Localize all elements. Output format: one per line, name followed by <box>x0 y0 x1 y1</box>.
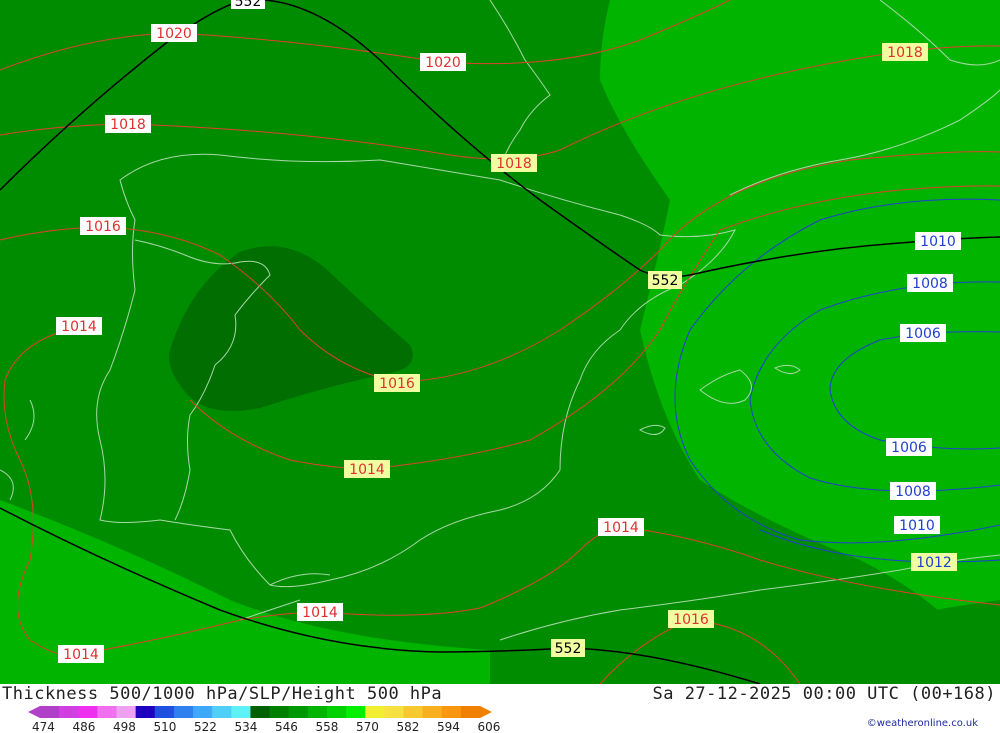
legend-swatch <box>307 706 328 718</box>
legend-tick-label: 594 <box>437 720 460 733</box>
legend-swatch <box>212 706 232 718</box>
svg-text:552: 552 <box>555 641 582 657</box>
label-1010-b: 1010 <box>894 516 940 534</box>
svg-text:552: 552 <box>652 273 679 289</box>
svg-text:1018: 1018 <box>496 156 532 172</box>
label-1010-a: 1010 <box>915 232 961 250</box>
svg-text:1008: 1008 <box>895 484 931 500</box>
legend-swatch <box>231 706 251 718</box>
svg-text:1006: 1006 <box>905 326 941 342</box>
legend-swatch <box>173 706 194 718</box>
legend-tick-label: 486 <box>73 720 96 733</box>
label-552-bottom: 552 <box>551 639 585 657</box>
legend-tick-label: 522 <box>194 720 217 733</box>
color-legend: 474 486 498 510 522 534 546 558 570 582 594 606 <box>28 706 500 733</box>
legend-swatch <box>269 706 290 718</box>
legend-swatch <box>441 706 462 718</box>
svg-text:1010: 1010 <box>920 234 956 250</box>
legend-swatch <box>135 706 156 718</box>
svg-text:1016: 1016 <box>379 376 415 392</box>
map-footer: Thickness 500/1000 hPa/SLP/Height 500 hP… <box>0 684 1000 733</box>
svg-text:1018: 1018 <box>887 45 923 61</box>
label-552-mid: 552 <box>648 271 682 289</box>
legend-swatch <box>460 706 481 718</box>
legend-swatch <box>116 706 137 718</box>
svg-text:1014: 1014 <box>61 319 97 335</box>
legend-swatch <box>365 706 385 718</box>
legend-swatch <box>193 706 213 718</box>
svg-text:1018: 1018 <box>110 117 146 133</box>
legend-arrow-right <box>480 706 492 718</box>
svg-text:1014: 1014 <box>603 520 639 536</box>
label-1014-c: 1014 <box>598 518 644 536</box>
legend-tick-label: 498 <box>113 720 136 733</box>
legend-swatch <box>422 706 443 718</box>
label-1014-a: 1014 <box>56 317 102 335</box>
label-1014-e: 1014 <box>58 645 104 663</box>
legend-tick-label: 558 <box>316 720 339 733</box>
label-1008-a: 1008 <box>907 274 953 292</box>
legend-swatch <box>97 706 118 718</box>
label-1006-b: 1006 <box>886 438 932 456</box>
legend-tick-label: 606 <box>478 720 501 733</box>
svg-text:1012: 1012 <box>916 555 952 571</box>
legend-swatch <box>403 706 424 718</box>
label-1018-b: 1018 <box>105 115 151 133</box>
legend-tick-labels: 474 486 498 510 522 534 546 558 570 582 594 606 <box>32 720 500 733</box>
map-title: Thickness 500/1000 hPa/SLP/Height 500 hP… <box>2 684 443 704</box>
label-552-top: 552 <box>231 0 265 10</box>
legend-swatch <box>288 706 309 718</box>
label-1018-c: 1018 <box>491 154 537 172</box>
label-1020-b: 1020 <box>420 53 466 71</box>
svg-text:1020: 1020 <box>156 26 192 42</box>
credit-link[interactable]: ©weatheronline.co.uk <box>867 718 978 729</box>
legend-swatch <box>59 706 79 718</box>
label-1016-b: 1016 <box>374 374 420 392</box>
legend-arrow-left <box>28 706 40 718</box>
weather-map: 1020 1020 1018 1018 1018 1016 1016 1016 … <box>0 0 1000 684</box>
label-1016-c: 1016 <box>668 610 714 628</box>
legend-swatch <box>326 706 347 718</box>
map-valid-time: Sa 27-12-2025 00:00 UTC (00+168) <box>652 684 996 704</box>
svg-text:1016: 1016 <box>673 612 709 628</box>
legend-swatch <box>40 706 60 718</box>
legend-swatch <box>346 706 366 718</box>
svg-text:1010: 1010 <box>899 518 935 534</box>
svg-text:552: 552 <box>235 0 262 10</box>
svg-text:1014: 1014 <box>63 647 99 663</box>
svg-text:1014: 1014 <box>349 462 385 478</box>
svg-text:1008: 1008 <box>912 276 948 292</box>
label-1014-b: 1014 <box>344 460 390 478</box>
legend-swatch <box>154 706 175 718</box>
label-1020-a: 1020 <box>151 24 197 42</box>
label-1008-b: 1008 <box>890 482 936 500</box>
legend-tick-label: 510 <box>154 720 177 733</box>
legend-tick-label: 570 <box>356 720 379 733</box>
label-1012: 1012 <box>911 553 957 571</box>
svg-text:1020: 1020 <box>425 55 461 71</box>
svg-text:1006: 1006 <box>891 440 927 456</box>
legend-swatches <box>28 706 492 718</box>
legend-swatch <box>250 706 271 718</box>
label-1018-a: 1018 <box>882 43 928 61</box>
label-1016-a: 1016 <box>80 217 126 235</box>
svg-text:1014: 1014 <box>302 605 338 621</box>
legend-swatch <box>78 706 98 718</box>
legend-tick-label: 546 <box>275 720 298 733</box>
label-1014-d: 1014 <box>297 603 343 621</box>
label-1006-a: 1006 <box>900 324 946 342</box>
legend-swatch <box>384 706 404 718</box>
svg-text:1016: 1016 <box>85 219 121 235</box>
legend-tick-label: 474 <box>32 720 55 733</box>
legend-tick-label: 534 <box>235 720 258 733</box>
legend-tick-label: 582 <box>397 720 420 733</box>
